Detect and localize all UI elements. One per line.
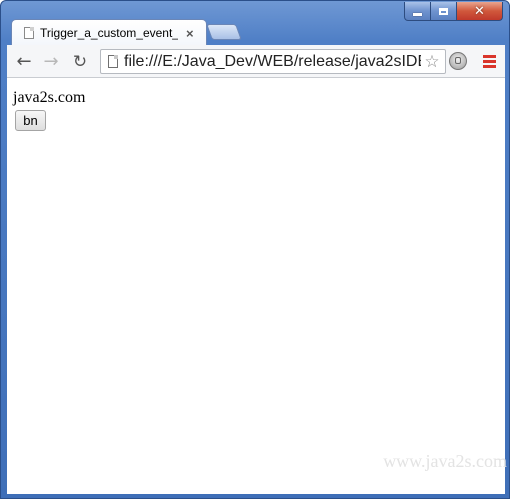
browser-toolbar: ← → ↻ file:///E:/Java_Dev/WEB/release/ja… — [7, 45, 505, 78]
close-window-button[interactable]: ✕ — [457, 2, 503, 21]
tab-close-icon[interactable]: × — [186, 27, 194, 40]
address-bar[interactable]: file:///E:/Java_Dev/WEB/release/java2sID… — [100, 49, 446, 74]
tab-active[interactable]: Trigger_a_custom_event_ × — [11, 19, 207, 46]
reload-icon[interactable]: ↻ — [69, 51, 91, 73]
new-tab-button[interactable] — [206, 24, 242, 40]
page-icon — [108, 55, 118, 68]
menu-bar-line — [483, 55, 496, 58]
back-arrow-icon[interactable]: ← — [13, 51, 35, 73]
page-icon — [24, 27, 34, 39]
bn-button[interactable]: bn — [15, 110, 46, 131]
browser-window: ✕ Trigger_a_custom_event_ × ← → ↻ file:/… — [0, 0, 510, 499]
bookmark-star-icon[interactable]: ☆ — [421, 52, 443, 72]
maximize-button[interactable] — [431, 2, 457, 21]
close-icon: ✕ — [474, 3, 485, 19]
forward-arrow-icon[interactable]: → — [40, 51, 62, 73]
watermark: www.java2s.com — [383, 451, 507, 471]
chrome-menu-icon[interactable] — [483, 55, 496, 68]
url-text[interactable]: file:///E:/Java_Dev/WEB/release/java2sID… — [124, 53, 421, 71]
minimize-icon — [413, 12, 422, 16]
page-text: java2s.com — [13, 89, 86, 106]
tab-title: Trigger_a_custom_event_ — [40, 26, 178, 40]
menu-bar-line — [483, 65, 496, 68]
minimize-button[interactable] — [404, 2, 431, 21]
menu-bar-line — [483, 60, 496, 63]
page-content: java2s.com bn www.java2s.com — [7, 78, 507, 494]
maximize-icon — [439, 7, 448, 15]
extension-icon[interactable] — [449, 52, 467, 70]
window-caption-buttons: ✕ — [404, 2, 503, 21]
